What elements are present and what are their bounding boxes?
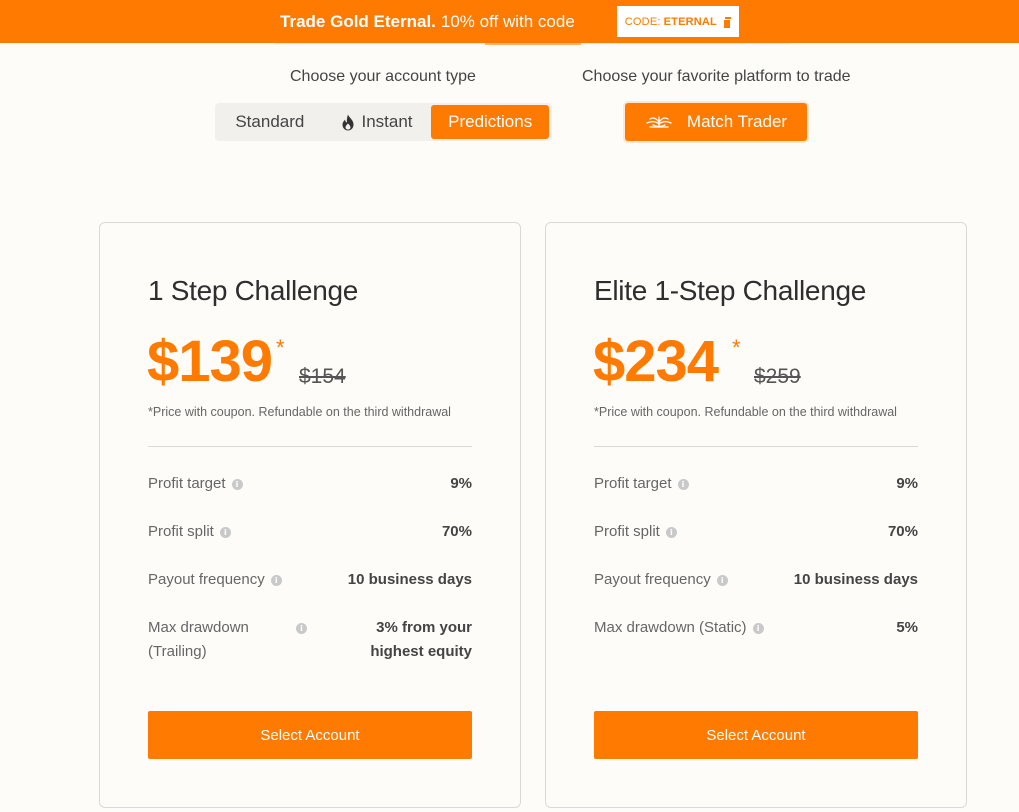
row-label: Payout frequency i [148, 568, 282, 592]
info-icon[interactable]: i [677, 478, 689, 490]
info-icon[interactable]: i [716, 574, 728, 586]
card-divider [594, 446, 918, 447]
row-value: 70% [887, 523, 918, 540]
code-value: ETERNAL [663, 15, 717, 28]
row-label: Profit target i [594, 472, 689, 496]
code-label: CODE: [624, 15, 661, 28]
account-type-instant[interactable]: Instant [322, 105, 432, 139]
row-label: Max drawdown (Static) i [594, 616, 764, 640]
price-asterisk: * [732, 335, 741, 360]
account-type-instant-label: Instant [361, 112, 413, 131]
challenge-card: 1 Step Challenge $139 * $154 *Price with… [99, 222, 521, 808]
card-divider [148, 446, 472, 447]
account-type-label: Choose your account type [290, 68, 476, 85]
row-label: Payout frequency i [594, 568, 728, 592]
select-account-button[interactable]: Select Account [594, 711, 918, 759]
copy-icon[interactable] [722, 16, 731, 29]
coupon-note: *Price with coupon. Refundable on the th… [148, 405, 451, 419]
platform-label: Choose your favorite platform to trade [582, 68, 851, 85]
account-type-predictions[interactable]: Predictions [431, 105, 549, 139]
platform-label-text: Match Trader [686, 112, 788, 131]
info-icon[interactable]: i [270, 574, 282, 586]
challenge-card: Elite 1-Step Challenge $234 * $259 *Pric… [545, 222, 967, 808]
row-value: 5% [896, 619, 918, 636]
row-value: 10 business days [793, 571, 918, 588]
promo-code-chip[interactable]: CODE: ETERNAL [616, 6, 739, 37]
account-type-predictions-label: Predictions [448, 112, 533, 131]
active-nav-underline [485, 43, 581, 45]
row-label: Max drawdown (Trailing) [148, 619, 249, 660]
account-type-standard[interactable]: Standard [218, 105, 322, 139]
nav-underline [581, 43, 791, 44]
price-asterisk: * [276, 335, 285, 360]
promo-banner: Trade Gold Eternal. 10% off with code CO… [0, 0, 1019, 43]
info-icon[interactable]: i [665, 526, 677, 538]
card-price: $234 [593, 329, 719, 394]
card-title: Elite 1-Step Challenge [594, 275, 867, 306]
row-label: Profit target i [148, 472, 243, 496]
info-icon[interactable]: i [296, 623, 307, 634]
row-value: 3% from your highest equity [370, 619, 472, 660]
banner-promo-text: 10% off with code [440, 11, 575, 31]
card-price: $139 [147, 329, 273, 394]
row-value: 9% [450, 475, 472, 492]
info-icon[interactable]: i [752, 622, 764, 634]
coupon-note: *Price with coupon. Refundable on the th… [594, 405, 897, 419]
account-type-standard-label: Standard [235, 112, 305, 131]
account-type-selector: Standard Instant Predictions [215, 103, 552, 141]
flame-icon [342, 114, 353, 130]
nav-underline [275, 43, 485, 44]
select-account-button[interactable]: Select Account [148, 711, 472, 759]
info-icon[interactable]: i [219, 526, 231, 538]
row-label: Profit split i [594, 520, 677, 544]
banner-headline: Trade Gold Eternal. [280, 11, 436, 31]
original-price: $259 [754, 365, 801, 388]
row-value: 10 business days [347, 571, 472, 588]
match-trader-logo-icon [646, 116, 672, 128]
row-value: 70% [441, 523, 472, 540]
platform-match-trader-button[interactable]: Match Trader [625, 103, 807, 141]
card-title: 1 Step Challenge [148, 275, 359, 306]
row-label: Profit split i [148, 520, 231, 544]
row-max-drawdown: Max drawdown (Trailing) i 3% from your h… [148, 616, 472, 664]
info-icon[interactable]: i [231, 478, 243, 490]
original-price: $154 [299, 365, 346, 388]
row-value: 9% [896, 475, 918, 492]
